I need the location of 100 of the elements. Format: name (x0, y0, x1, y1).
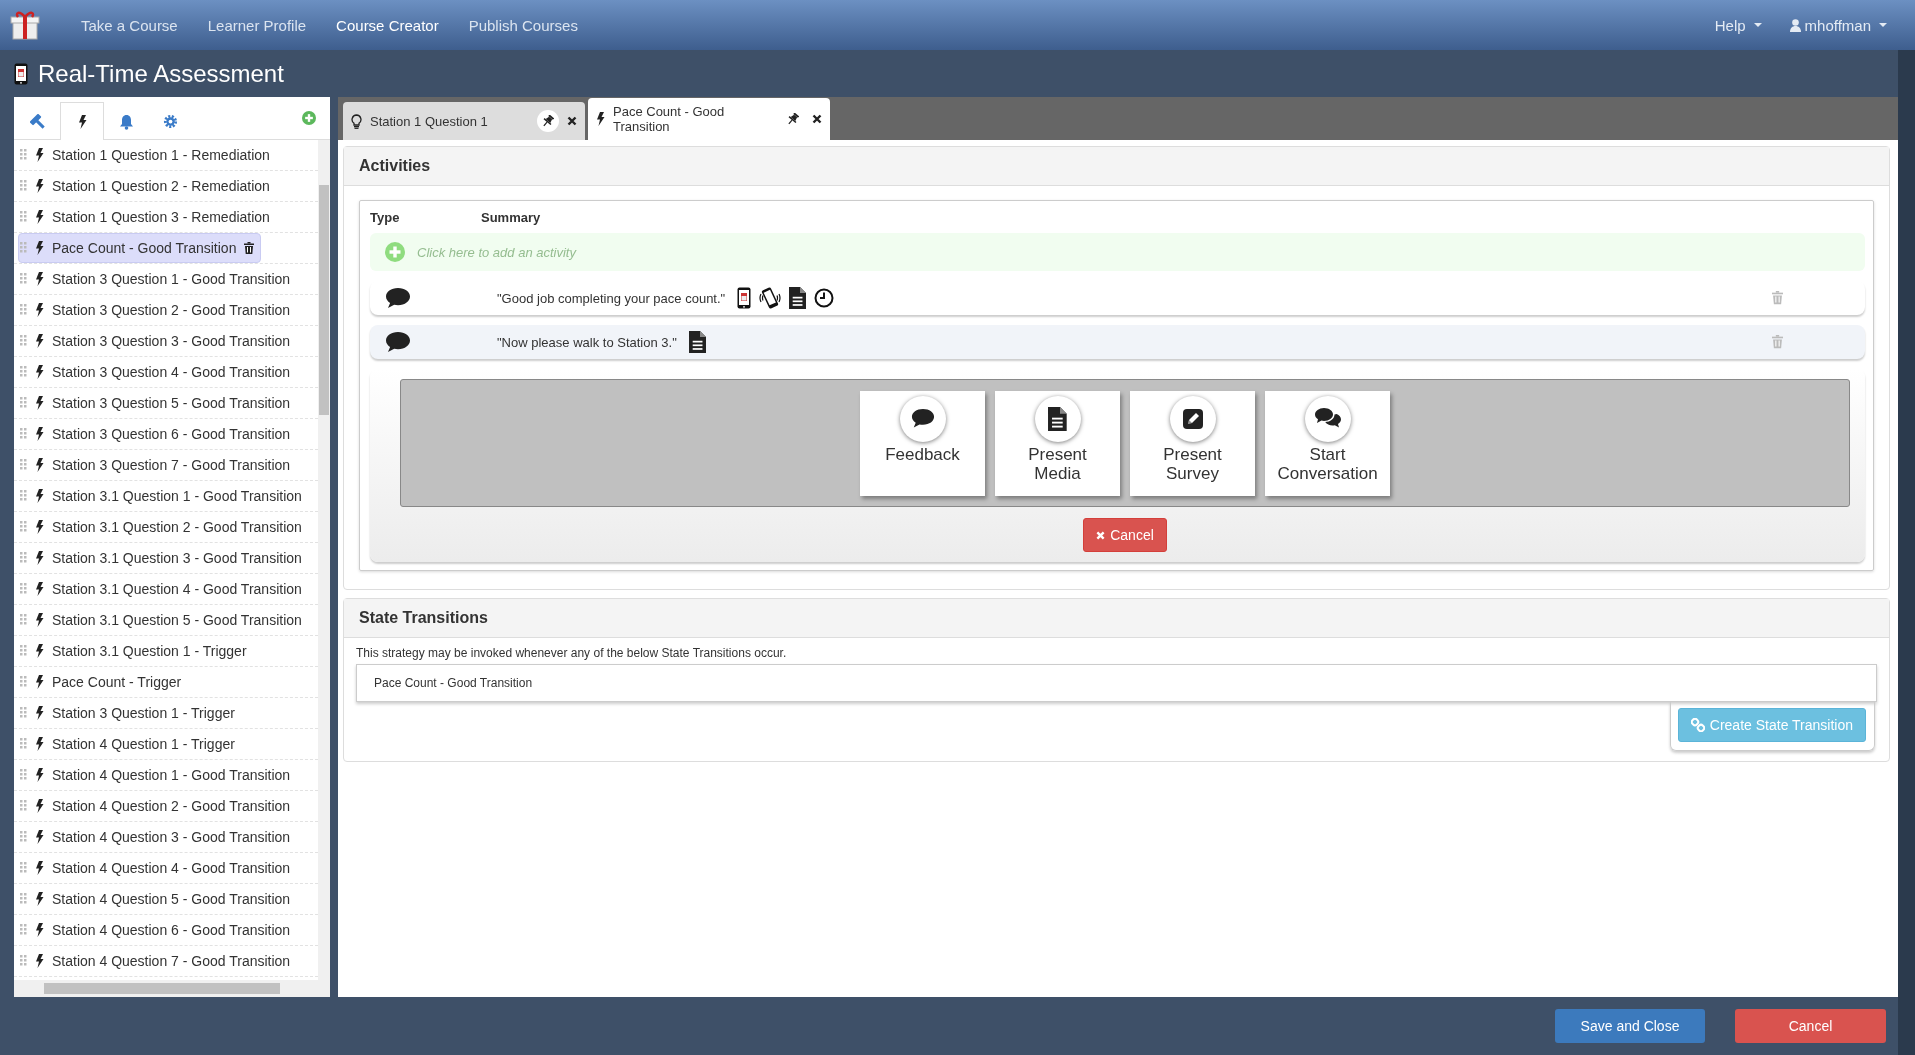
sidebar-item[interactable]: Station 4 Question 4 - Good Transition (18, 853, 298, 883)
lightning-icon (35, 954, 44, 968)
user-icon (1789, 18, 1801, 32)
activity-summary: "Good job completing your pace count." (497, 290, 726, 306)
lightning-icon (596, 112, 605, 126)
sidebar-item[interactable]: Station 4 Question 3 - Good Transition (18, 822, 298, 852)
sidebar-item[interactable]: Station 3.1 Question 1 - Good Transition (18, 481, 309, 511)
sidebar-item[interactable]: Station 3 Question 1 - Trigger (18, 698, 242, 728)
nav-link[interactable]: Learner Profile (192, 16, 322, 34)
clock-icon (814, 288, 835, 308)
nav-link[interactable]: Publish Courses (453, 16, 593, 34)
sidebar-item[interactable]: Station 4 Question 6 - Good Transition (18, 915, 298, 945)
drag-handle-icon (20, 211, 27, 223)
drag-handle-icon (20, 924, 27, 936)
drag-handle-icon (20, 335, 27, 347)
drag-handle-icon (20, 490, 27, 502)
nav-link[interactable]: Course Creator (321, 16, 454, 34)
sidebar-item[interactable]: Station 3.1 Question 1 - Trigger (18, 636, 254, 666)
panel-title: State Transitions (344, 599, 1889, 638)
editor-tab[interactable]: Pace Count - Good Transition (588, 98, 830, 140)
cancel-button[interactable]: Cancel (1083, 518, 1167, 552)
sidebar-item[interactable]: Station 1 Question 1 - Remediation (18, 140, 277, 170)
trash-icon (1772, 335, 1783, 349)
lightning-icon (35, 210, 44, 224)
activity-type-button[interactable]: Start Conversation (1265, 390, 1390, 496)
sidebar-item[interactable]: Station 3.1 Question 4 - Good Transition (18, 574, 309, 604)
speech-bubble-icon (385, 286, 411, 310)
trash-icon (244, 242, 255, 254)
speech-bubble-icon (385, 330, 411, 354)
sidebar-item[interactable]: Station 3 Question 5 - Good Transition (18, 388, 298, 418)
close-icon (1096, 530, 1106, 540)
sidebar-item[interactable]: Station 3.1 Question 2 - Good Transition (18, 512, 309, 542)
sidebar-item[interactable]: Station 1 Question 2 - Remediation (18, 171, 277, 201)
close-icon (812, 114, 822, 124)
drag-handle-icon (20, 521, 27, 533)
lightning-icon (35, 582, 44, 596)
sidebar-item[interactable]: Station 3 Question 4 - Good Transition (18, 357, 298, 387)
sidebar-item[interactable]: Station 4 Question 2 - Good Transition (18, 791, 298, 821)
bell-icon (118, 113, 134, 130)
close-icon (567, 116, 577, 126)
lightning-icon (35, 303, 44, 317)
document-icon (1048, 406, 1067, 431)
sidebar-item[interactable]: Pace Count - Good Transition (18, 233, 262, 263)
activity-row[interactable]: "Good job completing your pace count." (370, 281, 1865, 315)
sidebar-item[interactable]: Station 3 Question 2 - Good Transition (18, 295, 298, 325)
sidebar-item[interactable]: Station 4 Question 7 - Good Transition (18, 946, 298, 976)
drag-handle-icon (20, 645, 27, 657)
description-text: This strategy may be invoked whenever any of the below State Transitions occur. (355, 645, 788, 662)
lightning-icon (35, 861, 44, 875)
settings-icon (162, 114, 178, 129)
activity-type-button[interactable]: Present Media (995, 390, 1120, 496)
hammer-icon (30, 113, 46, 130)
drag-handle-icon (20, 552, 27, 564)
trash-icon (1772, 291, 1783, 305)
drag-handle-icon (20, 242, 27, 254)
lightning-icon (35, 830, 44, 844)
sidebar-item[interactable]: Station 3.1 Question 5 - Good Transition (18, 605, 309, 635)
panel-title: Activities (344, 147, 1889, 186)
phone-icon (737, 287, 752, 309)
lightning-icon (35, 768, 44, 782)
cancel-button[interactable]: Cancel (1735, 1009, 1886, 1043)
sidebar-item[interactable]: Station 4 Question 5 - Good Transition (18, 884, 298, 914)
activity-type-button[interactable]: Present Survey (1130, 390, 1255, 496)
sidebar-item[interactable]: Station 3 Question 7 - Good Transition (18, 450, 298, 480)
drag-handle-icon (20, 583, 27, 595)
lightning-icon (35, 365, 44, 379)
lightning-icon (35, 334, 44, 348)
help-menu[interactable]: Help (1700, 16, 1776, 34)
state-transition-item[interactable]: Pace Count - Good Transition (357, 665, 1876, 701)
sidebar-item[interactable]: Station 3 Question 3 - Good Transition (18, 326, 298, 356)
sidebar-item[interactable]: Pace Count - Trigger (18, 667, 189, 697)
lightning-icon (35, 892, 44, 906)
lightning-icon (35, 551, 44, 565)
speech-bubble-icon (910, 408, 935, 429)
save-button[interactable]: Save and Close (1555, 1009, 1705, 1043)
sidebar-item[interactable]: Station 1 Question 3 - Remediation (18, 202, 277, 232)
lightning-icon (35, 799, 44, 813)
pencil-square-icon (1181, 407, 1204, 430)
sidebar-item[interactable]: Station 3.1 Question 3 - Good Transition (18, 543, 309, 573)
lightning-icon (35, 613, 44, 627)
lightning-icon (35, 272, 44, 286)
drag-handle-icon (20, 149, 27, 161)
user-menu[interactable]: mhoffman (1775, 16, 1901, 34)
drag-handle-icon (20, 738, 27, 750)
sidebar-item[interactable]: Station 4 Question 1 - Trigger (18, 729, 242, 759)
sidebar-item[interactable]: Station 4 Question 1 - Good Transition (18, 760, 298, 790)
editor-tab[interactable]: Station 1 Question 1 (343, 102, 585, 140)
horizontal-scrollbar[interactable] (14, 980, 330, 997)
lightning-icon (35, 427, 44, 441)
sidebar-item[interactable]: Station 3 Question 6 - Good Transition (18, 419, 298, 449)
phone-icon (14, 62, 28, 85)
nav-link[interactable]: Take a Course (66, 16, 193, 34)
activity-row[interactable]: "Now please walk to Station 3." (370, 325, 1865, 359)
vertical-scrollbar[interactable] (318, 140, 330, 980)
activity-type-button[interactable]: Feedback (860, 390, 985, 496)
sidebar-item[interactable]: Station 3 Question 1 - Good Transition (18, 264, 298, 294)
lightning-icon (35, 241, 44, 255)
lightning-icon (35, 148, 44, 162)
lightning-icon (35, 675, 44, 689)
sidebar-tab[interactable] (60, 102, 104, 140)
